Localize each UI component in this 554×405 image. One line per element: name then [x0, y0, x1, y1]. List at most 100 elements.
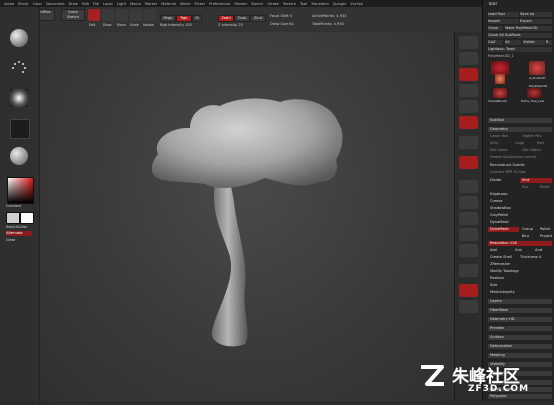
- menu-item-movie[interactable]: Movie: [180, 2, 191, 6]
- edgeloop-section[interactable]: EdgeLoop: [488, 192, 552, 197]
- dynamesh-section[interactable]: DynaMesh: [488, 220, 552, 225]
- persp-icon[interactable]: [459, 116, 478, 129]
- rotate-icon[interactable]: [144, 9, 156, 21]
- document-canvas[interactable]: [40, 32, 454, 401]
- menu-item-macro[interactable]: Macro: [130, 2, 141, 6]
- xyz-icon[interactable]: [459, 180, 478, 193]
- tool-thumbnail-cylinder[interactable]: [529, 61, 545, 75]
- color-picker[interactable]: [7, 177, 34, 204]
- subtool-section[interactable]: SubTool: [488, 118, 552, 123]
- menu-item-preferences[interactable]: Preferences: [209, 2, 230, 6]
- polish-toggle[interactable]: Polish: [540, 227, 552, 232]
- tool-thumbnail-simplebrush[interactable]: [493, 88, 507, 98]
- move-view-icon[interactable]: [459, 212, 478, 225]
- floor-icon[interactable]: [459, 136, 478, 149]
- focal-shift-slider[interactable]: Focal Shift 0: [270, 14, 292, 19]
- alternate-button[interactable]: Alternate: [6, 231, 32, 236]
- del-higher-button[interactable]: Del Higher: [520, 148, 552, 153]
- menu-item-layer[interactable]: Layer: [103, 2, 113, 6]
- position-section[interactable]: Position: [488, 276, 552, 281]
- secondary-color-swatch[interactable]: [20, 212, 34, 224]
- brush-icon[interactable]: [10, 29, 28, 47]
- rstr-button[interactable]: Rstr: [535, 141, 552, 146]
- menu-item-marker[interactable]: Marker: [145, 2, 157, 6]
- claypolish-section[interactable]: ClayPolish: [488, 213, 552, 218]
- goz-button[interactable]: GoZ: [488, 40, 503, 45]
- menu-item-zplugin[interactable]: Zplugin: [333, 2, 347, 6]
- export-button[interactable]: Export: [520, 19, 552, 24]
- geometry-hd-section[interactable]: Geometry HD: [488, 317, 552, 322]
- menu-item-color[interactable]: Color: [33, 2, 42, 6]
- add-button[interactable]: Add: [488, 248, 509, 253]
- del-lower-button[interactable]: Del Lower: [488, 148, 519, 153]
- load-tool-button[interactable]: Load Tool: [488, 12, 519, 17]
- import-button[interactable]: Import: [488, 19, 519, 24]
- menu-item-document[interactable]: Document: [46, 2, 65, 6]
- stroke-icon[interactable]: [10, 59, 28, 77]
- spix-icon[interactable]: [459, 52, 478, 65]
- menu-item-transform[interactable]: Transform: [311, 2, 329, 6]
- fibermesh-section[interactable]: FiberMesh: [488, 308, 552, 313]
- visible-button[interactable]: Visible: [523, 40, 545, 45]
- menu-item-file[interactable]: File: [93, 2, 99, 6]
- menu-item-render[interactable]: Render: [234, 2, 247, 6]
- create-shell-button[interactable]: Create Shell: [488, 255, 519, 260]
- zoom-icon[interactable]: [459, 84, 478, 97]
- move-icon[interactable]: [116, 9, 128, 21]
- material-icon[interactable]: [10, 147, 28, 165]
- lightbox-tools-button[interactable]: Lightbox› Tools: [488, 47, 552, 52]
- polyf-icon[interactable]: [459, 284, 478, 297]
- r-button[interactable]: R: [546, 40, 552, 45]
- preview-section[interactable]: Preview: [488, 326, 552, 331]
- menu-item-picker[interactable]: Picker: [195, 2, 206, 6]
- zremesher-section[interactable]: ZRemesher: [488, 262, 552, 267]
- shadowbox-section[interactable]: ShadowBox: [488, 206, 552, 211]
- dynamesh-button[interactable]: DynaMesh: [488, 227, 519, 232]
- quick-sketch-button[interactable]: Quick Sketch: [61, 9, 85, 21]
- local-icon[interactable]: [459, 156, 478, 169]
- menu-item-draw[interactable]: Draw: [69, 2, 78, 6]
- deformation-section[interactable]: Deformation: [488, 344, 552, 349]
- all-button[interactable]: All: [505, 40, 521, 45]
- menu-item-stroke[interactable]: Stroke: [267, 2, 278, 6]
- menu-item-edit[interactable]: Edit: [82, 2, 89, 6]
- actual-icon[interactable]: [459, 100, 478, 113]
- group-toggle[interactable]: Group: [520, 227, 539, 232]
- frame-icon[interactable]: [459, 196, 478, 209]
- mrgb-button[interactable]: Mrgb: [160, 15, 176, 22]
- meshintegrity-section[interactable]: MeshIntegrity: [488, 290, 552, 295]
- alpha-icon[interactable]: [10, 89, 28, 107]
- make-polymesh-button[interactable]: Make PolyMesh3D: [505, 26, 552, 31]
- lower-res-button[interactable]: Lower Res: [488, 134, 519, 139]
- thickness-slider[interactable]: Thickness 4: [520, 255, 552, 260]
- clone-all-subtools-button[interactable]: Clone All SubTools: [488, 33, 552, 38]
- and-button[interactable]: And: [535, 248, 552, 253]
- clear-button[interactable]: Clear: [6, 238, 15, 243]
- primary-color-swatch[interactable]: [6, 212, 20, 224]
- tool-thumbnail-tree[interactable]: [527, 88, 541, 98]
- transp-icon[interactable]: [459, 300, 478, 313]
- scale-icon[interactable]: [130, 9, 142, 21]
- menu-item-brush[interactable]: Brush: [18, 2, 28, 6]
- menu-item-stencil[interactable]: Stencil: [251, 2, 263, 6]
- m-button[interactable]: M: [192, 15, 202, 22]
- sdiv-slider[interactable]: SDiv: [488, 141, 509, 146]
- clone-button[interactable]: Clone: [488, 26, 503, 31]
- linefill-icon[interactable]: [459, 264, 478, 277]
- zsub-button[interactable]: Zsub: [234, 15, 250, 22]
- rgb-intensity-slider[interactable]: Rgb Intensity 100: [160, 23, 192, 28]
- surface-section[interactable]: Surface: [488, 335, 552, 340]
- size-section[interactable]: Size: [488, 283, 552, 288]
- zadd-button[interactable]: Zadd: [218, 15, 234, 22]
- rgb-button[interactable]: Rgb: [176, 15, 192, 22]
- rotate-view-icon[interactable]: [459, 244, 478, 257]
- project-toggle[interactable]: Project: [540, 234, 552, 239]
- tool-thumbnail-current[interactable]: [491, 61, 509, 75]
- bpr-icon[interactable]: [459, 36, 478, 49]
- cage-button[interactable]: Cage: [513, 141, 533, 146]
- switch-color-button[interactable]: SwitchColor: [6, 225, 27, 230]
- edit-icon[interactable]: [88, 9, 100, 21]
- reuv-toggle[interactable]: ReUV: [538, 185, 552, 190]
- menu-item-texture[interactable]: Texture: [283, 2, 296, 6]
- reconstruct-subdiv-button[interactable]: Reconstruct Subdiv: [488, 163, 552, 168]
